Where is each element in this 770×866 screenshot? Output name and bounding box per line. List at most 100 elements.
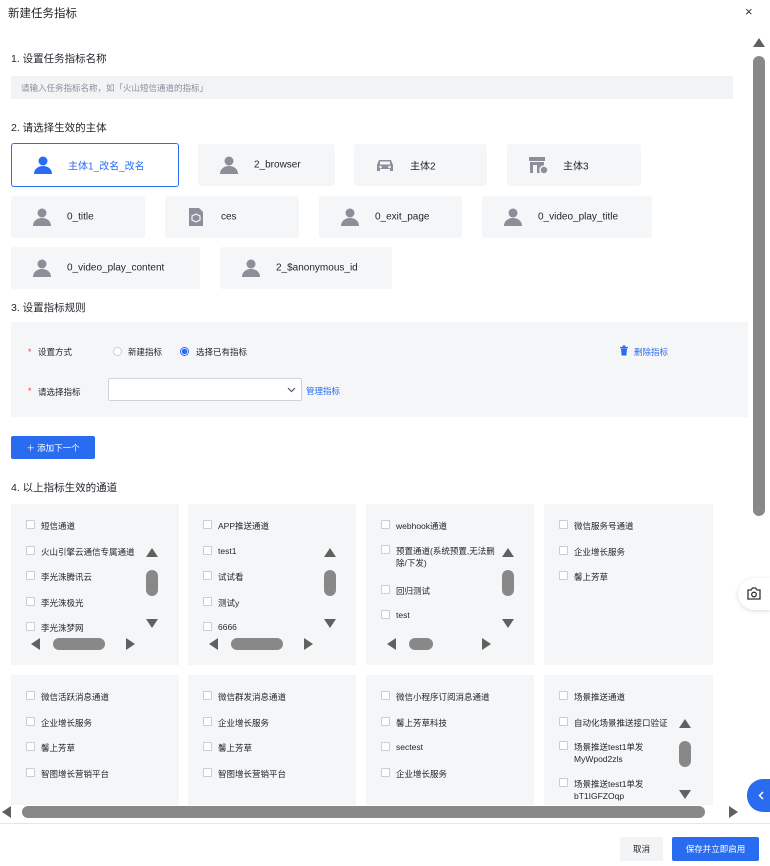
option-new-label[interactable]: 新建指标 xyxy=(128,346,162,358)
channel-checkbox-item[interactable]: APP推送通道 xyxy=(203,520,269,532)
radio-existing-indicator[interactable] xyxy=(180,347,189,356)
checkbox[interactable] xyxy=(203,546,212,555)
channel-checkbox-item[interactable]: 企业增长服务 xyxy=(559,546,625,558)
channel-checkbox-item[interactable]: 6666 xyxy=(203,622,237,632)
group-horizontal-scrollbar[interactable] xyxy=(385,637,493,651)
scroll-right-icon[interactable] xyxy=(482,638,491,650)
checkbox[interactable] xyxy=(203,717,212,726)
channel-checkbox-item[interactable]: 李光洙梦网 xyxy=(26,622,84,634)
entity-option[interactable]: 0_video_play_content xyxy=(11,247,200,289)
checkbox[interactable] xyxy=(203,742,212,751)
group-vertical-scrollbar[interactable] xyxy=(677,717,693,801)
channel-checkbox-item[interactable]: 场景推送通道 xyxy=(559,691,625,703)
checkbox[interactable] xyxy=(559,741,568,750)
channel-checkbox-item[interactable]: test xyxy=(381,610,410,620)
scroll-right-icon[interactable] xyxy=(729,806,738,818)
checkbox[interactable] xyxy=(203,520,212,529)
channel-checkbox-item[interactable]: 微信群发消息通道 xyxy=(203,691,286,703)
scroll-down-icon[interactable] xyxy=(679,790,691,799)
entity-option[interactable]: 主体2 xyxy=(354,144,487,186)
scroll-left-icon[interactable] xyxy=(387,638,396,650)
checkbox[interactable] xyxy=(26,622,35,631)
channel-checkbox-item[interactable]: 测试y xyxy=(203,597,239,609)
task-name-input[interactable] xyxy=(11,76,733,99)
scroll-left-icon[interactable] xyxy=(31,638,40,650)
scroll-up-icon[interactable] xyxy=(146,548,158,557)
add-next-button[interactable]: ＋ 添加下一个 xyxy=(11,436,95,459)
checkbox[interactable] xyxy=(26,691,35,700)
scroll-thumb[interactable] xyxy=(502,570,514,596)
channel-checkbox-item[interactable]: webhook通道 xyxy=(381,520,447,532)
channel-checkbox-item[interactable]: 微信小程序订阅消息通道 xyxy=(381,691,490,703)
checkbox[interactable] xyxy=(559,717,568,726)
channel-checkbox-item[interactable]: 微信服务号通道 xyxy=(559,520,634,532)
checkbox[interactable] xyxy=(381,520,390,529)
scroll-left-icon[interactable] xyxy=(2,806,11,818)
channel-checkbox-item[interactable]: 微信活跃消息通道 xyxy=(26,691,109,703)
scroll-right-icon[interactable] xyxy=(126,638,135,650)
checkbox[interactable] xyxy=(381,585,390,594)
checkbox[interactable] xyxy=(26,571,35,580)
entity-option[interactable]: 主体3 xyxy=(507,144,641,186)
group-vertical-scrollbar[interactable] xyxy=(322,546,338,630)
trash-icon[interactable] xyxy=(619,345,629,356)
scroll-up-icon[interactable] xyxy=(502,548,514,557)
checkbox[interactable] xyxy=(559,691,568,700)
checkbox[interactable] xyxy=(381,610,390,619)
manage-indicator-link[interactable]: 管理指标 xyxy=(306,385,340,397)
channel-checkbox-item[interactable]: 试试看 xyxy=(203,571,244,583)
page-horizontal-scrollbar[interactable] xyxy=(0,805,740,819)
entity-option[interactable]: 主体1_改名_改名 xyxy=(11,143,179,187)
scroll-down-icon[interactable] xyxy=(502,619,514,628)
channel-checkbox-item[interactable]: sectest xyxy=(381,742,423,752)
channel-checkbox-item[interactable]: 企业增长服务 xyxy=(26,717,92,729)
entity-option[interactable]: ces xyxy=(165,196,299,238)
scroll-thumb[interactable] xyxy=(53,638,105,650)
checkbox[interactable] xyxy=(381,545,390,554)
channel-checkbox-item[interactable]: 李光洙腾讯云 xyxy=(26,571,92,583)
checkbox[interactable] xyxy=(26,546,35,555)
channel-checkbox-item[interactable]: 馨上芳草 xyxy=(203,742,252,754)
checkbox[interactable] xyxy=(26,717,35,726)
entity-option[interactable]: 0_title xyxy=(11,196,145,238)
entity-option[interactable]: 2_browser xyxy=(198,144,335,186)
checkbox[interactable] xyxy=(559,571,568,580)
checkbox[interactable] xyxy=(381,768,390,777)
checkbox[interactable] xyxy=(559,546,568,555)
entity-option[interactable]: 0_video_play_title xyxy=(482,196,652,238)
scroll-thumb[interactable] xyxy=(753,56,765,516)
scroll-right-icon[interactable] xyxy=(304,638,313,650)
scroll-thumb[interactable] xyxy=(146,570,158,596)
channel-checkbox-item[interactable]: 短信通道 xyxy=(26,520,75,532)
channel-checkbox-item[interactable]: 企业增长服务 xyxy=(203,717,269,729)
delete-indicator-link[interactable]: 删除指标 xyxy=(634,346,668,358)
channel-checkbox-item[interactable]: 馨上芳草科技 xyxy=(381,717,447,729)
channel-checkbox-item[interactable]: 预置通道(系统预置,无法删除/下发) xyxy=(381,545,505,569)
checkbox[interactable] xyxy=(203,622,212,631)
group-vertical-scrollbar[interactable] xyxy=(144,546,160,630)
indicator-select[interactable] xyxy=(108,378,302,401)
channel-checkbox-item[interactable]: 场景推送test1单发MyWpod2zls xyxy=(559,741,683,767)
channel-checkbox-item[interactable]: 自动化场景推送接口验证 xyxy=(559,717,668,729)
scroll-thumb[interactable] xyxy=(409,638,433,650)
scroll-thumb[interactable] xyxy=(679,741,691,767)
screenshot-float-button[interactable] xyxy=(738,578,770,610)
checkbox[interactable] xyxy=(559,778,568,787)
checkbox[interactable] xyxy=(26,742,35,751)
entity-option[interactable]: 0_exit_page xyxy=(319,196,462,238)
radio-new-indicator[interactable] xyxy=(113,347,122,356)
group-horizontal-scrollbar[interactable] xyxy=(29,637,137,651)
close-icon[interactable]: × xyxy=(745,4,753,19)
checkbox[interactable] xyxy=(26,768,35,777)
checkbox[interactable] xyxy=(381,691,390,700)
channel-checkbox-item[interactable]: 馨上芳草 xyxy=(559,571,608,583)
page-vertical-scrollbar[interactable] xyxy=(751,36,767,801)
scroll-up-icon[interactable] xyxy=(753,38,765,47)
scroll-thumb[interactable] xyxy=(324,570,336,596)
scroll-down-icon[interactable] xyxy=(146,619,158,628)
channel-checkbox-item[interactable]: 智图增长营销平台 xyxy=(26,768,109,780)
channel-checkbox-item[interactable]: 企业增长服务 xyxy=(381,768,447,780)
checkbox[interactable] xyxy=(381,742,390,751)
scroll-left-icon[interactable] xyxy=(209,638,218,650)
channel-checkbox-item[interactable]: 回归测试 xyxy=(381,585,430,597)
